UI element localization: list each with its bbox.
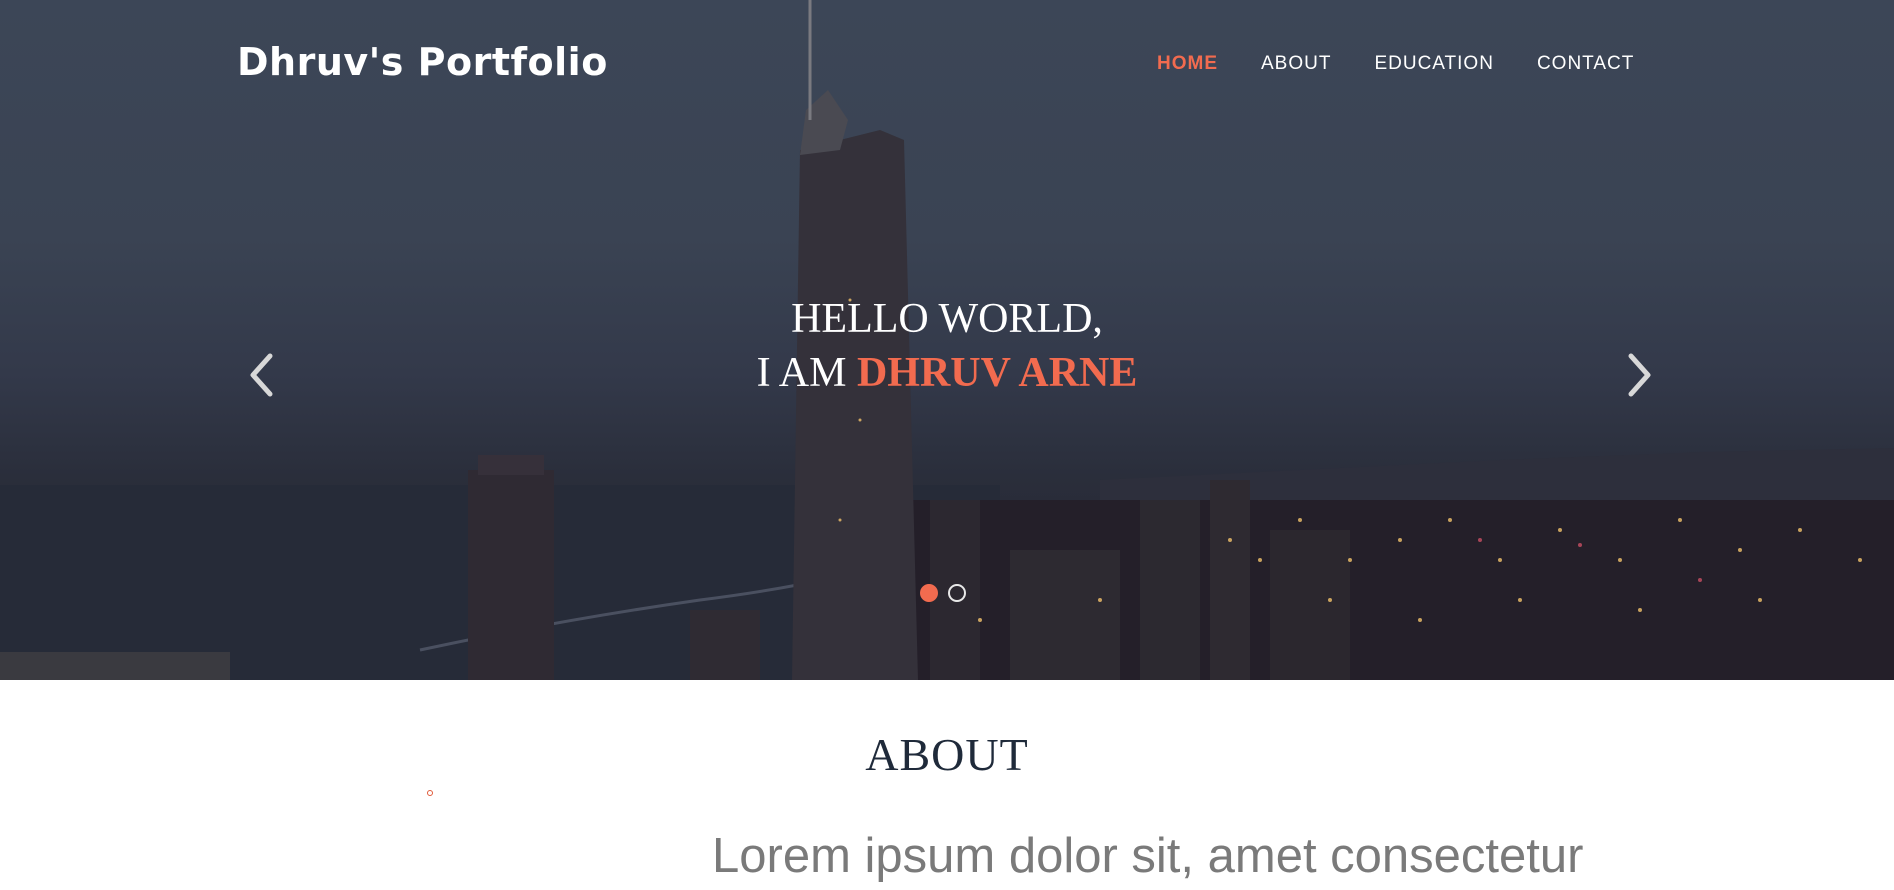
carousel-prev-button[interactable] (243, 350, 283, 400)
about-text: Lorem ipsum dolor sit, amet consectetur (712, 829, 1584, 883)
hero-line-1: HELLO WORLD, (791, 296, 1103, 342)
nav-item-about[interactable]: ABOUT (1261, 53, 1331, 75)
carousel-next-button[interactable] (1618, 350, 1658, 400)
hero-name: DHRUV ARNE (856, 350, 1138, 396)
chevron-right-icon (1628, 353, 1651, 397)
carousel-indicator-2[interactable] (948, 584, 966, 602)
hero-line-2: I AM DHRUV ARNE (0, 346, 1894, 400)
chevron-left-icon (250, 353, 273, 397)
nav-item-contact[interactable]: CONTACT (1537, 53, 1634, 75)
decorative-dot (427, 790, 433, 796)
hero-heading: HELLO WORLD, I AM DHRUV ARNE (0, 292, 1894, 400)
site-brand[interactable]: Dhruv's Portfolio (237, 40, 608, 84)
nav-item-education[interactable]: EDUCATION (1374, 53, 1493, 75)
carousel-indicators (920, 584, 966, 602)
nav-item-home[interactable]: HOME (1157, 53, 1218, 75)
main-nav: HOME ABOUT EDUCATION CONTACT (1157, 53, 1677, 75)
hero-carousel: Dhruv's Portfolio HOME ABOUT EDUCATION C… (0, 0, 1894, 680)
about-section-title: ABOUT (865, 729, 1029, 780)
hero-line-2-prefix: I AM (756, 350, 857, 396)
carousel-indicator-1[interactable] (920, 584, 938, 602)
